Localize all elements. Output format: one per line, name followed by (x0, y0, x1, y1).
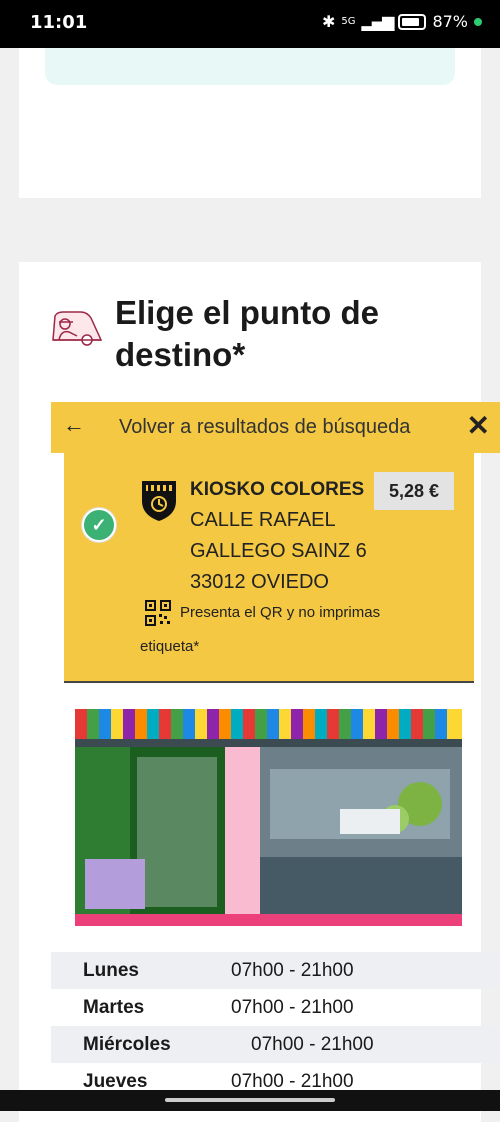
signal-icon: ▂▄▆ (361, 12, 395, 31)
hours-value: 07h00 - 21h00 (231, 997, 354, 1018)
home-gesture-handle[interactable] (165, 1098, 335, 1102)
kiosk-logo-icon (142, 481, 176, 521)
status-time: 11:01 (30, 12, 88, 33)
network-label: 5G (341, 16, 356, 27)
hours-value: 07h00 - 21h00 (251, 1034, 374, 1055)
previous-card (19, 48, 481, 198)
section-title: Elige el punto de destino* (115, 294, 380, 373)
opening-hours-table: Lunes 07h00 - 21h00 Martes 07h00 - 21h00… (51, 952, 500, 1100)
point-address: CALLE RAFAEL GALLEGO SAINZ 6 33012 OVIED… (190, 505, 367, 598)
table-row: Lunes 07h00 - 21h00 (51, 952, 500, 989)
info-box (45, 48, 455, 85)
close-icon[interactable]: ✕ (467, 409, 490, 442)
qr-code-icon (145, 600, 171, 626)
address-line: CALLE RAFAEL (190, 509, 336, 531)
status-icons: ✱ 5G ▂▄▆ 87% (322, 12, 482, 31)
address-line: 33012 OVIEDO (190, 571, 329, 593)
price-badge: 5,28 € (374, 472, 454, 510)
back-to-results-bar[interactable]: ← Volver a resultados de búsqueda ✕ (51, 402, 500, 453)
qr-note-continued: etiqueta* (140, 638, 200, 655)
privacy-dot-icon (474, 17, 482, 26)
battery-percent: 87% (432, 12, 468, 31)
battery-icon (398, 13, 427, 30)
check-icon: ✓ (82, 508, 116, 542)
store-photo (75, 709, 462, 926)
table-row: Martes 07h00 - 21h00 (51, 989, 500, 1026)
hours-value: 07h00 - 21h00 (231, 960, 354, 981)
point-name: KIOSKO COLORES (190, 479, 365, 500)
selected-point[interactable]: ✓ KIOSKO COLORES 5,28 € CALLE RAFAEL GAL… (64, 453, 474, 683)
status-bar: 11:01 ✱ 5G ▂▄▆ 87% (0, 0, 500, 48)
address-line: GALLEGO SAINZ 6 (190, 540, 367, 562)
arrow-left-icon[interactable]: ← (63, 412, 85, 438)
table-row: Miércoles 07h00 - 21h00 (51, 1026, 500, 1063)
delivery-person-icon (52, 311, 103, 346)
day-label: Martes (83, 997, 145, 1018)
system-nav-bar (0, 1090, 500, 1111)
day-label: Miércoles (83, 1034, 171, 1055)
day-label: Lunes (83, 960, 139, 981)
bluetooth-icon: ✱ (321, 12, 336, 31)
qr-note: Presenta el QR y no imprimas (180, 604, 381, 621)
back-to-results-link[interactable]: Volver a resultados de búsqueda (119, 416, 410, 439)
